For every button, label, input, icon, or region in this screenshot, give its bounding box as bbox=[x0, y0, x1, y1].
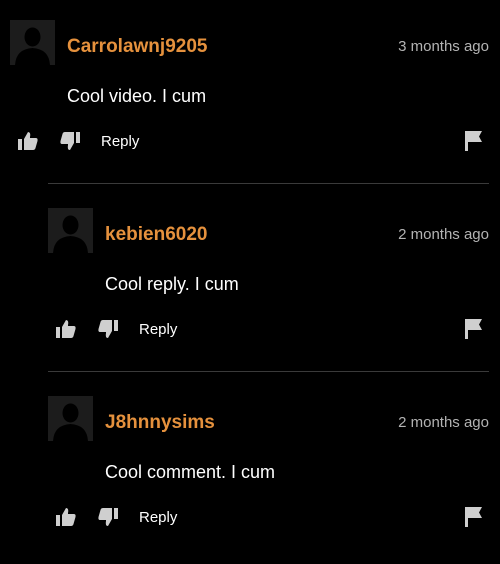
user-avatar[interactable] bbox=[48, 396, 93, 441]
comment-reply: kebien6020 2 months ago Cool reply. I cu… bbox=[0, 188, 500, 376]
default-avatar-icon bbox=[48, 208, 93, 253]
comment-username[interactable]: J8hnnysims bbox=[105, 411, 215, 435]
comment-timestamp: 3 months ago bbox=[398, 38, 489, 55]
comment-reply: J8hnnysims 2 months ago Cool comment. I … bbox=[0, 376, 500, 564]
thumbs-up-icon[interactable] bbox=[17, 130, 41, 154]
flag-icon[interactable] bbox=[464, 130, 484, 152]
comment-actions: Reply bbox=[55, 318, 255, 342]
reply-button[interactable]: Reply bbox=[101, 132, 139, 152]
comment-username[interactable]: kebien6020 bbox=[105, 223, 207, 247]
comment-divider bbox=[48, 183, 489, 184]
comment-text: Cool reply. I cum bbox=[105, 274, 239, 294]
thumbs-down-icon[interactable] bbox=[97, 318, 121, 342]
flag-icon[interactable] bbox=[464, 506, 484, 528]
comment-username[interactable]: Carrolawnj9205 bbox=[67, 35, 207, 59]
user-avatar[interactable] bbox=[10, 20, 55, 65]
default-avatar-icon bbox=[10, 20, 55, 65]
flag-icon[interactable] bbox=[464, 318, 484, 340]
reply-button[interactable]: Reply bbox=[139, 508, 177, 528]
comment-divider bbox=[48, 371, 489, 372]
comment-timestamp: 2 months ago bbox=[398, 226, 489, 243]
default-avatar-icon bbox=[48, 396, 93, 441]
reply-button[interactable]: Reply bbox=[139, 320, 177, 340]
comment-actions: Reply bbox=[17, 130, 217, 154]
thumbs-down-icon[interactable] bbox=[97, 506, 121, 530]
thumbs-up-icon[interactable] bbox=[55, 318, 79, 342]
comment-text: Cool comment. I cum bbox=[105, 462, 276, 482]
comment: Carrolawnj9205 3 months ago Cool video. … bbox=[0, 0, 500, 188]
user-avatar[interactable] bbox=[48, 208, 93, 253]
comment-timestamp: 2 months ago bbox=[398, 414, 489, 431]
comment-actions: Reply bbox=[55, 506, 255, 530]
thumbs-up-icon[interactable] bbox=[55, 506, 79, 530]
thumbs-down-icon[interactable] bbox=[59, 130, 83, 154]
comment-text: Cool video. I cum bbox=[67, 86, 207, 106]
